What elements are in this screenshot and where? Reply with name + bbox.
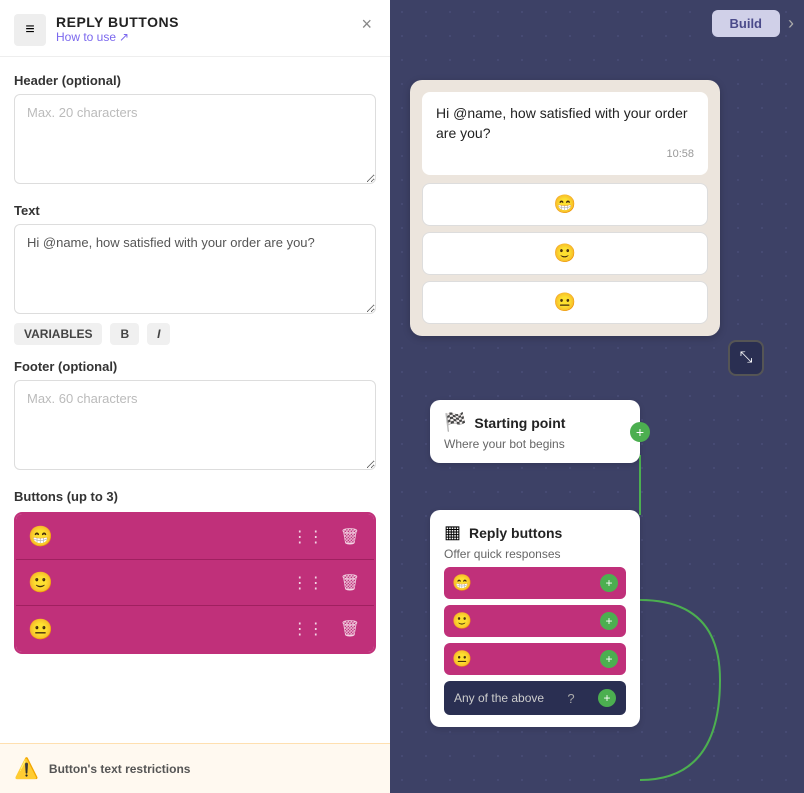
chat-btn-1[interactable]: 😁 [422,183,708,226]
chat-btn-3[interactable]: 😐 [422,281,708,324]
button-2-emoji: 🙂 [28,570,290,595]
starting-node-subtitle: Where your bot begins [444,437,626,451]
reply-node-subtitle: Offer quick responses [444,547,626,561]
footer-field-group: Footer (optional) [14,359,376,475]
starting-node-title: Starting point [474,415,565,431]
collapse-button[interactable]: ⤡ [728,340,764,376]
warning-text: Button's text restrictions [49,762,191,776]
button-2-delete[interactable]: 🗑 [338,571,362,595]
reply-node-btn-1[interactable]: 😁 + [444,567,626,599]
button-1-drag[interactable]: ⋮⋮ [290,525,326,549]
panel-body: Header (optional) Text Hi @name, how sat… [0,57,390,670]
external-link-icon: ↗ [119,30,129,44]
button-1-emoji: 😁 [28,524,290,549]
reply-node-emoji-3: 😐 [452,649,472,669]
button-1-delete[interactable]: 🗑 [338,525,362,549]
button-1-actions: ⋮⋮ 🗑 [290,525,362,549]
reply-node-add-3[interactable]: + [600,650,618,668]
reply-node-emoji-1: 😁 [452,573,472,593]
starting-node-add[interactable]: + [630,422,650,442]
text-field-group: Text Hi @name, how satisfied with your o… [14,203,376,345]
reply-node-btn-2[interactable]: 🙂 + [444,605,626,637]
warning-footer: ⚠️ Button's text restrictions [0,743,390,793]
button-3-delete[interactable]: 🗑 [338,617,362,641]
left-panel: ≡ REPLY BUTTONS How to use ↗ × Header (o… [0,0,390,793]
reply-buttons-node: ▦ Reply buttons Offer quick responses 😁 … [430,510,640,727]
button-item-2: 🙂 ⋮⋮ 🗑 [16,560,374,606]
italic-button[interactable]: I [147,323,170,345]
chat-message: Hi @name, how satisfied with your order … [436,105,688,141]
reply-node-icon: ▦ [444,522,461,543]
buttons-section: Buttons (up to 3) 😁 ⋮⋮ 🗑 🙂 ⋮⋮ 🗑 [14,489,376,654]
right-panel: Build › Hi @name, how satisfied with you… [390,0,804,793]
panel-header-left: ≡ REPLY BUTTONS How to use ↗ [14,14,179,46]
reply-node-add-1[interactable]: + [600,574,618,592]
button-item-3: 😐 ⋮⋮ 🗑 [16,606,374,652]
panel-title-group: REPLY BUTTONS How to use ↗ [56,14,179,44]
top-bar: Build › [712,10,795,37]
close-button[interactable]: × [357,14,376,35]
any-above-text: Any of the above [454,691,544,705]
button-2-drag[interactable]: ⋮⋮ [290,571,326,595]
any-above-add[interactable]: + [598,689,616,707]
buttons-section-label: Buttons (up to 3) [14,489,376,504]
bold-button[interactable]: B [110,323,139,345]
reply-node-title: Reply buttons [469,525,562,541]
buttons-container: 😁 ⋮⋮ 🗑 🙂 ⋮⋮ 🗑 😐 ⋮⋮ [14,512,376,654]
button-3-emoji: 😐 [28,617,290,642]
text-field-label: Text [14,203,376,218]
collapse-icon: ⤡ [740,349,753,367]
grid-icon: ≡ [25,21,34,39]
reply-node-add-2[interactable]: + [600,612,618,630]
variables-button[interactable]: VARIABLES [14,323,102,345]
reply-node-emoji-2: 🙂 [452,611,472,631]
button-item-1: 😁 ⋮⋮ 🗑 [16,514,374,560]
header-field-label: Header (optional) [14,73,376,88]
button-3-actions: ⋮⋮ 🗑 [290,617,362,641]
starting-point-node: 🏁 Starting point Where your bot begins + [430,400,640,463]
reply-node-btn-3[interactable]: 😐 + [444,643,626,675]
nav-arrow-right[interactable]: › [788,13,794,34]
header-input[interactable] [14,94,376,184]
chat-btn-2[interactable]: 🙂 [422,232,708,275]
footer-input[interactable] [14,380,376,470]
starting-node-header: 🏁 Starting point [444,412,626,433]
how-to-use-link[interactable]: How to use ↗ [56,30,179,44]
chat-preview-card: Hi @name, how satisfied with your order … [410,80,720,336]
text-toolbar: VARIABLES B I [14,323,376,345]
any-of-above-bar: Any of the above ? + [444,681,626,715]
button-2-actions: ⋮⋮ 🗑 [290,571,362,595]
reply-node-header: ▦ Reply buttons [444,522,626,543]
chat-time: 10:58 [436,147,694,162]
help-icon[interactable]: ? [567,691,574,706]
header-field-group: Header (optional) [14,73,376,189]
footer-field-label: Footer (optional) [14,359,376,374]
text-input[interactable]: Hi @name, how satisfied with your order … [14,224,376,314]
panel-header: ≡ REPLY BUTTONS How to use ↗ × [0,0,390,57]
panel-icon: ≡ [14,14,46,46]
build-button[interactable]: Build [712,10,781,37]
warning-icon: ⚠️ [14,756,39,781]
flow-area: 🏁 Starting point Where your bot begins +… [410,400,804,793]
chat-bubble: Hi @name, how satisfied with your order … [422,92,708,175]
panel-title: REPLY BUTTONS [56,14,179,30]
starting-node-icon: 🏁 [444,412,466,433]
button-3-drag[interactable]: ⋮⋮ [290,617,326,641]
